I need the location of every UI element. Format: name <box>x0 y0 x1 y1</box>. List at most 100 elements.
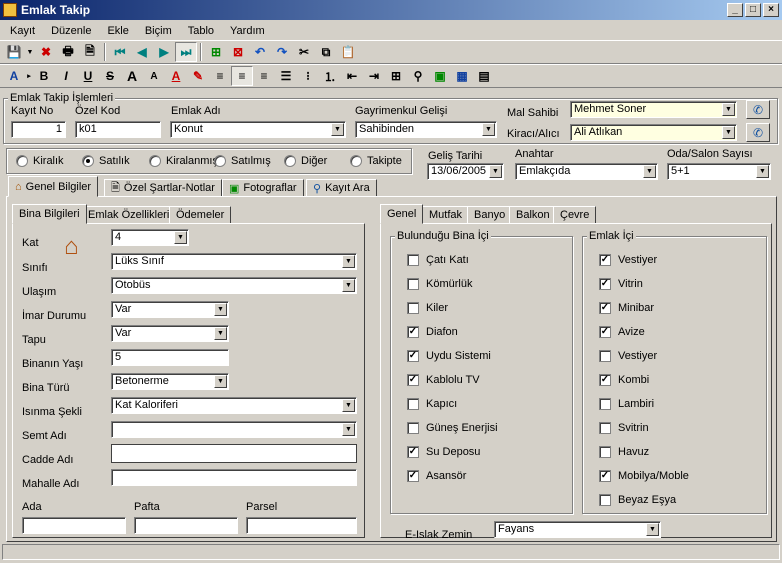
checkbox-box[interactable] <box>407 254 419 266</box>
pafta-input[interactable] <box>134 517 238 534</box>
yas-input[interactable]: 5 <box>111 349 229 366</box>
new-record-icon[interactable]: ⊞ <box>205 42 227 62</box>
emlak-ici-checkbox-0[interactable]: ✓ Vestiyer <box>599 254 657 266</box>
bina-ici-checkbox-3[interactable]: ✓ Diafon <box>407 326 458 338</box>
dropdown-arrow-icon[interactable]: ▼ <box>25 42 35 62</box>
tab-kayit-ara[interactable]: ⚲ Kayıt Ara <box>306 179 377 197</box>
radio-kiralanmis-dot[interactable] <box>149 155 161 167</box>
bina-ici-checkbox-0[interactable]: Çatı Katı <box>407 254 469 266</box>
cancel-record-icon[interactable]: ⊠ <box>227 42 249 62</box>
gelis-select[interactable]: Sahibinden ▼ <box>355 121 497 138</box>
tab-genel[interactable]: Genel <box>380 204 424 224</box>
checkbox-box[interactable]: ✓ <box>407 350 419 362</box>
anahtar-select[interactable]: Emlakçıda ▼ <box>515 163 658 180</box>
checkbox-box[interactable]: ✓ <box>407 374 419 386</box>
cadde-input[interactable] <box>111 444 357 463</box>
radio-takipte[interactable]: Takipte <box>350 155 402 167</box>
phone-icon[interactable]: ✆ <box>746 123 770 142</box>
ozel-kod-input[interactable]: k01 <box>75 121 161 138</box>
bina-ici-checkbox-8[interactable]: ✓ Su Deposu <box>407 446 480 458</box>
emlak-ici-checkbox-1[interactable]: ✓ Vitrin <box>599 278 643 290</box>
tab-cevre[interactable]: Çevre <box>553 206 597 224</box>
font-menu-arrow-icon[interactable]: ▸ <box>25 66 33 86</box>
ada-input[interactable] <box>22 517 126 534</box>
emlak-ici-checkbox-6[interactable]: Lambiri <box>599 398 654 410</box>
chevron-down-icon[interactable]: ▼ <box>342 423 355 436</box>
first-record-icon[interactable]: ⏮ <box>109 42 131 62</box>
tab-bina-bilgileri[interactable]: Bina Bilgileri <box>12 204 87 224</box>
chevron-down-icon[interactable]: ▼ <box>214 327 227 340</box>
menu-ekle[interactable]: Ekle <box>99 25 136 37</box>
chevron-down-icon[interactable]: ▼ <box>646 523 659 536</box>
align-right-icon[interactable]: ≡ <box>253 66 275 86</box>
checkbox-box[interactable]: ✓ <box>599 254 611 266</box>
mal-sahibi-select[interactable]: Mehmet Soner ▼ <box>570 101 737 118</box>
font-icon[interactable]: A <box>3 66 25 86</box>
italic-icon[interactable]: I <box>55 66 77 86</box>
previous-record-icon[interactable]: ◀ <box>131 42 153 62</box>
numbering-icon[interactable]: ⒈ <box>319 66 341 86</box>
checkbox-box[interactable] <box>407 278 419 290</box>
grow-font-icon[interactable]: A <box>121 66 143 86</box>
kat-select[interactable]: 4 ▼ <box>111 229 189 246</box>
checkbox-box[interactable]: ✓ <box>407 326 419 338</box>
preview-icon[interactable]: 🗎 <box>79 42 101 62</box>
chevron-down-icon[interactable]: ▼ <box>342 279 355 292</box>
emlak-ici-checkbox-3[interactable]: ✓ Avize <box>599 326 645 338</box>
radio-kiralik[interactable]: Kiralık <box>16 155 64 167</box>
menu-kayit[interactable]: Kayıt <box>2 25 43 37</box>
tapu-select[interactable]: Var ▼ <box>111 325 229 342</box>
emlak-ici-checkbox-10[interactable]: Beyaz Eşya <box>599 494 676 506</box>
tab-odemeler[interactable]: Ödemeler <box>169 206 232 224</box>
menu-tablo[interactable]: Tablo <box>180 25 222 37</box>
emlak-ici-checkbox-5[interactable]: ✓ Kombi <box>599 374 649 386</box>
undo-icon[interactable]: ↶ <box>249 42 271 62</box>
zemin-select[interactable]: Fayans ▼ <box>494 521 661 538</box>
checkbox-box[interactable] <box>407 398 419 410</box>
radio-satilmis[interactable]: Satılmış <box>214 155 271 167</box>
chevron-down-icon[interactable]: ▼ <box>342 255 355 268</box>
tab-banyo[interactable]: Banyo <box>467 206 513 224</box>
underline-icon[interactable]: U <box>77 66 99 86</box>
strikethrough-icon[interactable]: S <box>99 66 121 86</box>
print-icon[interactable]: 🖶 <box>57 42 79 62</box>
highlight-icon[interactable]: ✎ <box>187 66 209 86</box>
checkbox-box[interactable] <box>407 422 419 434</box>
checkbox-box[interactable]: ✓ <box>407 446 419 458</box>
tab-fotograflar[interactable]: ▣ Fotograflar <box>222 179 304 197</box>
chevron-down-icon[interactable]: ▼ <box>489 165 502 178</box>
radio-satilik[interactable]: Satılık <box>82 155 130 167</box>
tab-emlak-ozellikleri[interactable]: Emlak Özellikleri <box>81 206 177 224</box>
tab-ozel-sartlar[interactable]: 🗎 Özel Şartlar-Notlar <box>104 179 222 197</box>
emlak-ici-checkbox-8[interactable]: Havuz <box>599 446 649 458</box>
redo-icon[interactable]: ↷ <box>271 42 293 62</box>
paste-icon[interactable]: 📋 <box>337 42 359 62</box>
bina-ici-checkbox-6[interactable]: Kapıcı <box>407 398 457 410</box>
outdent-icon[interactable]: ⇤ <box>341 66 363 86</box>
phone-icon[interactable]: ✆ <box>746 100 770 119</box>
checkbox-box[interactable] <box>599 446 611 458</box>
checkbox-box[interactable] <box>599 422 611 434</box>
close-button[interactable]: × <box>763 3 779 17</box>
find-icon[interactable]: ⚲ <box>407 66 429 86</box>
menu-duzenle[interactable]: Düzenle <box>43 25 99 37</box>
menu-bicim[interactable]: Biçim <box>137 25 180 37</box>
indent-icon[interactable]: ⇥ <box>363 66 385 86</box>
radio-kiralanmis[interactable]: Kiralanmış <box>149 155 218 167</box>
checkbox-box[interactable]: ✓ <box>599 326 611 338</box>
table-icon[interactable]: ▦ <box>451 66 473 86</box>
chevron-down-icon[interactable]: ▼ <box>722 126 735 139</box>
checkbox-box[interactable]: ✓ <box>407 470 419 482</box>
maximize-button[interactable]: □ <box>745 3 761 17</box>
bina-ici-checkbox-9[interactable]: ✓ Asansör <box>407 470 466 482</box>
radio-diger[interactable]: Diğer <box>284 155 327 167</box>
radio-diger-dot[interactable] <box>284 155 296 167</box>
minimize-button[interactable]: _ <box>727 3 743 17</box>
calendar-icon[interactable]: ▤ <box>473 66 495 86</box>
bina-ici-checkbox-5[interactable]: ✓ Kablolu TV <box>407 374 480 386</box>
chevron-down-icon[interactable]: ▼ <box>482 123 495 136</box>
bina-ici-checkbox-4[interactable]: ✓ Uydu Sistemi <box>407 350 491 362</box>
justify-icon[interactable]: ☰ <box>275 66 297 86</box>
tab-genel-bilgiler[interactable]: ⌂ Genel Bilgiler <box>8 176 99 197</box>
radio-kiralik-dot[interactable] <box>16 155 28 167</box>
